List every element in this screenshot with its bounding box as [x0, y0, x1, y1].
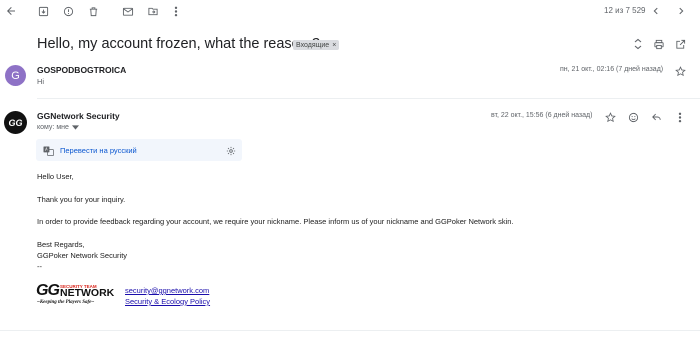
ggnetwork-logo: GG SECURITY TEAM NETWORK ~Keeping the Pl…: [36, 283, 114, 309]
translate-settings-gear-icon[interactable]: [225, 145, 237, 156]
expand-all-icon[interactable]: [632, 38, 644, 50]
avatar-text: GG: [8, 117, 23, 128]
sender-name[interactable]: GOSPODBOGTROICA: [37, 65, 126, 75]
body-closing: Best Regards,: [37, 240, 85, 249]
print-icon[interactable]: [653, 38, 665, 50]
reply-icon[interactable]: [650, 111, 662, 123]
message-divider: [37, 98, 700, 99]
back-arrow-icon[interactable]: [5, 5, 17, 17]
avatar: G: [5, 65, 26, 86]
body-signature-name: GGPoker Network Security: [37, 251, 128, 260]
avatar: GG: [4, 111, 27, 134]
body-thanks: Thank you for your inquiry.: [37, 195, 126, 204]
body-greeting: Hello User,: [37, 172, 74, 181]
translate-icon: A: [42, 145, 54, 156]
star-icon[interactable]: [674, 65, 686, 77]
logo-gg: GG: [36, 282, 60, 299]
body-request: In order to provide feedback regarding y…: [37, 217, 514, 226]
message-bottom-divider: [0, 330, 700, 331]
recipient-text: кому: мне: [37, 124, 69, 131]
email-subject: Hello, my account frozen, what the reaso…: [37, 36, 320, 52]
message-snippet[interactable]: Hi: [37, 77, 44, 86]
older-chevron-icon[interactable]: [675, 5, 687, 17]
label-text: Входящие: [296, 41, 330, 49]
sender-name[interactable]: GGNetwork Security: [37, 111, 120, 121]
recipient-line[interactable]: кому: мне: [37, 124, 79, 131]
delete-icon[interactable]: [87, 5, 99, 17]
policy-link[interactable]: Security & Ecology Policy: [125, 297, 210, 306]
add-reaction-icon[interactable]: [627, 111, 639, 123]
more-vert-icon[interactable]: [171, 5, 181, 17]
open-in-new-window-icon[interactable]: [674, 38, 686, 50]
newer-chevron-icon[interactable]: [650, 5, 662, 17]
message-date: пн, 21 окт., 02:16 (7 дней назад): [560, 66, 664, 73]
star-icon[interactable]: [604, 111, 616, 123]
more-vert-icon[interactable]: [674, 111, 686, 123]
logo-network: NETWORK: [60, 287, 115, 299]
translate-link[interactable]: Перевести на русский: [60, 146, 137, 155]
body-separator: --: [37, 262, 42, 271]
move-to-icon[interactable]: [147, 5, 159, 17]
report-spam-icon[interactable]: [62, 5, 74, 17]
mark-unread-icon[interactable]: [122, 5, 134, 17]
inbox-label-chip[interactable]: Входящие ×: [293, 40, 340, 50]
remove-label-button[interactable]: ×: [332, 42, 336, 49]
security-email-link[interactable]: security@ggnetwork.com: [125, 286, 209, 295]
toolbar: 12 из 7 529: [0, 0, 700, 24]
logo-tagline: ~Keeping the Players Safe~: [37, 300, 95, 305]
recipient-details-dropdown-icon[interactable]: [71, 125, 79, 130]
archive-icon[interactable]: [37, 5, 49, 17]
message-date: вт, 22 окт., 15:56 (6 дней назад): [491, 112, 593, 119]
page-count: 12 из 7 529: [604, 6, 646, 15]
